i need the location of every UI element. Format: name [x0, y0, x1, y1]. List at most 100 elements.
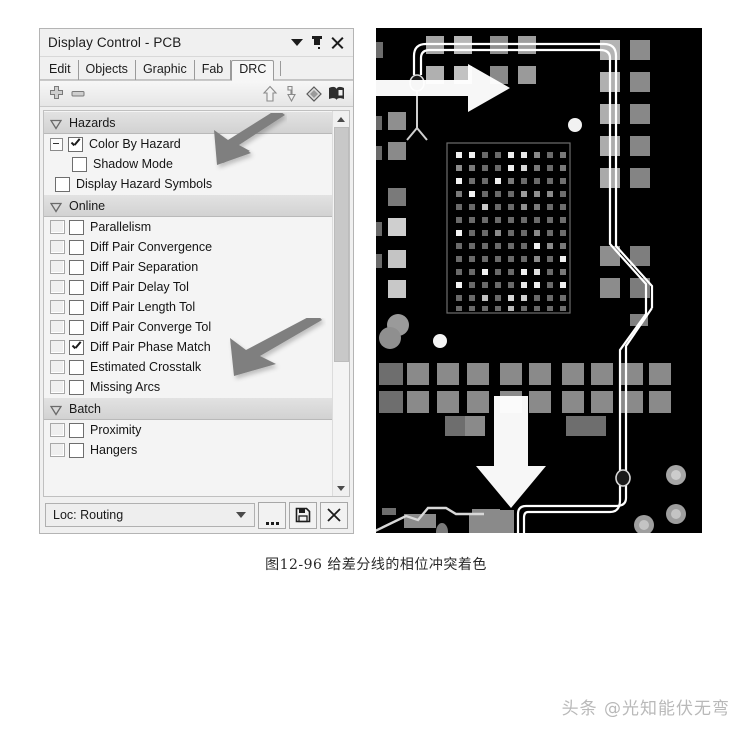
close-icon — [331, 36, 344, 49]
tree-row-label: Diff Pair Phase Match — [90, 340, 211, 354]
tree-row-display-hazard-symbols[interactable]: Display Hazard Symbols — [44, 174, 332, 194]
checkbox-missing-arcs[interactable] — [69, 379, 84, 395]
checkbox-color-by-hazard[interactable] — [68, 136, 83, 152]
color-swatch[interactable] — [50, 260, 65, 274]
color-swatch[interactable] — [50, 360, 65, 374]
tree-vertical-scrollbar[interactable] — [332, 111, 349, 496]
color-swatch[interactable] — [50, 280, 65, 294]
group-header-batch[interactable]: Batch — [44, 397, 332, 420]
tab-objects[interactable]: Objects — [79, 60, 136, 80]
scrollbar-track[interactable] — [333, 127, 349, 480]
checkbox-hangers[interactable] — [69, 442, 84, 458]
pcb-layout-image — [376, 28, 702, 533]
pcb-canvas — [376, 28, 702, 533]
checkbox-diff-pair-phase-match[interactable] — [69, 339, 84, 355]
group-header-hazards[interactable]: Hazards — [44, 111, 332, 134]
checkbox-diff-pair-convergence[interactable] — [69, 239, 84, 255]
tree-row-label: Hangers — [90, 443, 138, 457]
location-select[interactable]: Loc: Routing — [45, 503, 255, 527]
tree-row-label: Proximity — [90, 423, 142, 437]
drc-tree-container: Hazards Color By Hazard Shadow Mode Disp… — [43, 110, 350, 497]
triangle-down-icon — [291, 39, 303, 46]
expander-icon[interactable] — [50, 137, 63, 151]
tab-fab[interactable]: Fab — [195, 60, 232, 80]
tree-row-diff-pair-separation[interactable]: Diff Pair Separation — [44, 257, 332, 277]
arrow-up-icon[interactable] — [259, 84, 281, 104]
color-swatch[interactable] — [50, 423, 65, 437]
tree-row-label: Estimated Crosstalk — [90, 360, 202, 374]
tree-row-diff-pair-delay-tol[interactable]: Diff Pair Delay Tol — [44, 277, 332, 297]
tab-edit[interactable]: Edit — [42, 60, 79, 80]
tab-bar: Edit Objects Graphic Fab DRC — [40, 57, 353, 81]
add-icon[interactable] — [45, 84, 67, 104]
tree-row-color-by-hazard[interactable]: Color By Hazard — [44, 134, 332, 154]
pin-button[interactable] — [307, 33, 327, 53]
tree-row-shadow-mode[interactable]: Shadow Mode — [44, 154, 332, 174]
group-label: Hazards — [69, 115, 116, 130]
tree-row-parallelism[interactable]: Parallelism — [44, 217, 332, 237]
scroll-up-button[interactable] — [333, 111, 349, 127]
tab-drc[interactable]: DRC — [231, 60, 275, 81]
drc-tree: Hazards Color By Hazard Shadow Mode Disp… — [44, 111, 332, 496]
tree-row-label: Display Hazard Symbols — [76, 177, 213, 191]
tree-row-label: Diff Pair Length Tol — [90, 300, 196, 314]
book-icon[interactable] — [325, 84, 347, 104]
pin-icon — [311, 35, 323, 50]
chevron-down-icon — [236, 512, 246, 518]
tree-row-diff-pair-convergence[interactable]: Diff Pair Convergence — [44, 237, 332, 257]
tree-row-diff-pair-length-tol[interactable]: Diff Pair Length Tol — [44, 297, 332, 317]
display-control-panel: Display Control - PCB Edit Objects Graph… — [39, 28, 354, 534]
tree-row-proximity[interactable]: Proximity — [44, 420, 332, 440]
remove-icon[interactable] — [67, 84, 89, 104]
chevron-up-icon — [337, 116, 345, 122]
tree-row-label: Diff Pair Separation — [90, 260, 199, 274]
tab-graphic[interactable]: Graphic — [136, 60, 195, 80]
tree-row-diff-pair-converge-tol[interactable]: Diff Pair Converge Tol — [44, 317, 332, 337]
checkbox-diff-pair-separation[interactable] — [69, 259, 84, 275]
dropdown-menu-button[interactable] — [287, 33, 307, 53]
checkbox-estimated-crosstalk[interactable] — [69, 359, 84, 375]
color-swatch[interactable] — [50, 240, 65, 254]
arrow-down-curved-icon[interactable] — [281, 84, 303, 104]
scroll-down-button[interactable] — [333, 480, 349, 496]
more-options-button[interactable] — [258, 500, 286, 530]
diamond-icon[interactable] — [303, 84, 325, 104]
color-swatch[interactable] — [50, 300, 65, 314]
color-swatch[interactable] — [50, 443, 65, 457]
figure-caption: 图12-96 给差分线的相位冲突着色 — [265, 557, 487, 573]
panel-titlebar: Display Control - PCB — [40, 29, 353, 57]
color-swatch[interactable] — [50, 220, 65, 234]
close-button[interactable] — [327, 33, 347, 53]
checkbox-diff-pair-length-tol[interactable] — [69, 299, 84, 315]
checkbox-shadow-mode[interactable] — [72, 156, 87, 172]
triangle-collapse-icon — [50, 202, 62, 213]
color-swatch[interactable] — [50, 340, 65, 354]
tree-row-label: Shadow Mode — [93, 157, 173, 171]
location-select-value: Loc: Routing — [53, 508, 124, 522]
tree-row-label: Diff Pair Delay Tol — [90, 280, 189, 294]
scrollbar-thumb[interactable] — [334, 127, 349, 362]
checkbox-diff-pair-converge-tol[interactable] — [69, 319, 84, 335]
tree-row-estimated-crosstalk[interactable]: Estimated Crosstalk — [44, 357, 332, 377]
checkbox-display-hazard-symbols[interactable] — [55, 176, 70, 192]
triangle-collapse-icon — [50, 405, 62, 416]
floppy-disk-icon — [295, 507, 311, 523]
checkbox-diff-pair-delay-tol[interactable] — [69, 279, 84, 295]
tree-row-hangers[interactable]: Hangers — [44, 440, 332, 460]
chevron-down-icon — [337, 485, 345, 491]
save-button[interactable] — [289, 501, 317, 529]
pcb-via-dot — [568, 118, 582, 132]
color-swatch[interactable] — [50, 380, 65, 394]
checkbox-parallelism[interactable] — [69, 219, 84, 235]
panel-title: Display Control - PCB — [48, 35, 182, 50]
delete-button[interactable] — [320, 501, 348, 529]
tree-row-diff-pair-phase-match[interactable]: Diff Pair Phase Match — [44, 337, 332, 357]
tree-row-missing-arcs[interactable]: Missing Arcs — [44, 377, 332, 397]
ellipsis-icon — [265, 500, 279, 530]
page-root: Display Control - PCB Edit Objects Graph… — [0, 0, 752, 735]
group-header-online[interactable]: Online — [44, 194, 332, 217]
drc-toolbar — [40, 80, 353, 107]
checkbox-proximity[interactable] — [69, 422, 84, 438]
tree-row-label: Parallelism — [90, 220, 152, 234]
color-swatch[interactable] — [50, 320, 65, 334]
